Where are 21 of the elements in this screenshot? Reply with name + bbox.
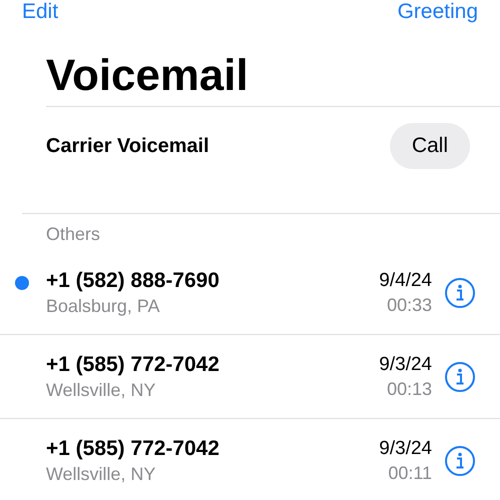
info-icon[interactable] <box>444 276 476 308</box>
phone-number: +1 (585) 772-7042 <box>46 352 220 376</box>
duration-text: 00:33 <box>386 294 432 316</box>
call-button[interactable]: Call <box>390 123 470 169</box>
info-icon[interactable] <box>444 444 476 476</box>
section-header: Others <box>46 224 100 245</box>
phone-number: +1 (582) 888-7690 <box>46 268 220 292</box>
date-text: 9/3/24 <box>379 354 432 376</box>
date-text: 9/4/24 <box>379 270 432 292</box>
greeting-link[interactable]: Greeting <box>397 0 478 24</box>
duration-text: 00:13 <box>386 378 432 400</box>
phone-number: +1 (585) 772-7042 <box>46 436 220 460</box>
location-text: Wellsville, NY <box>46 380 157 400</box>
page-title: Voicemail <box>46 50 250 102</box>
duration-text: 00:11 <box>388 462 432 484</box>
location-text: Boalsburg, PA <box>46 296 161 316</box>
carrier-voicemail-label: Carrier Voicemail <box>46 134 210 158</box>
date-text: 9/3/24 <box>379 438 432 460</box>
location-text: Wellsville, NY <box>46 464 157 484</box>
info-icon[interactable] <box>444 360 476 392</box>
edit-link[interactable]: Edit <box>22 0 58 24</box>
